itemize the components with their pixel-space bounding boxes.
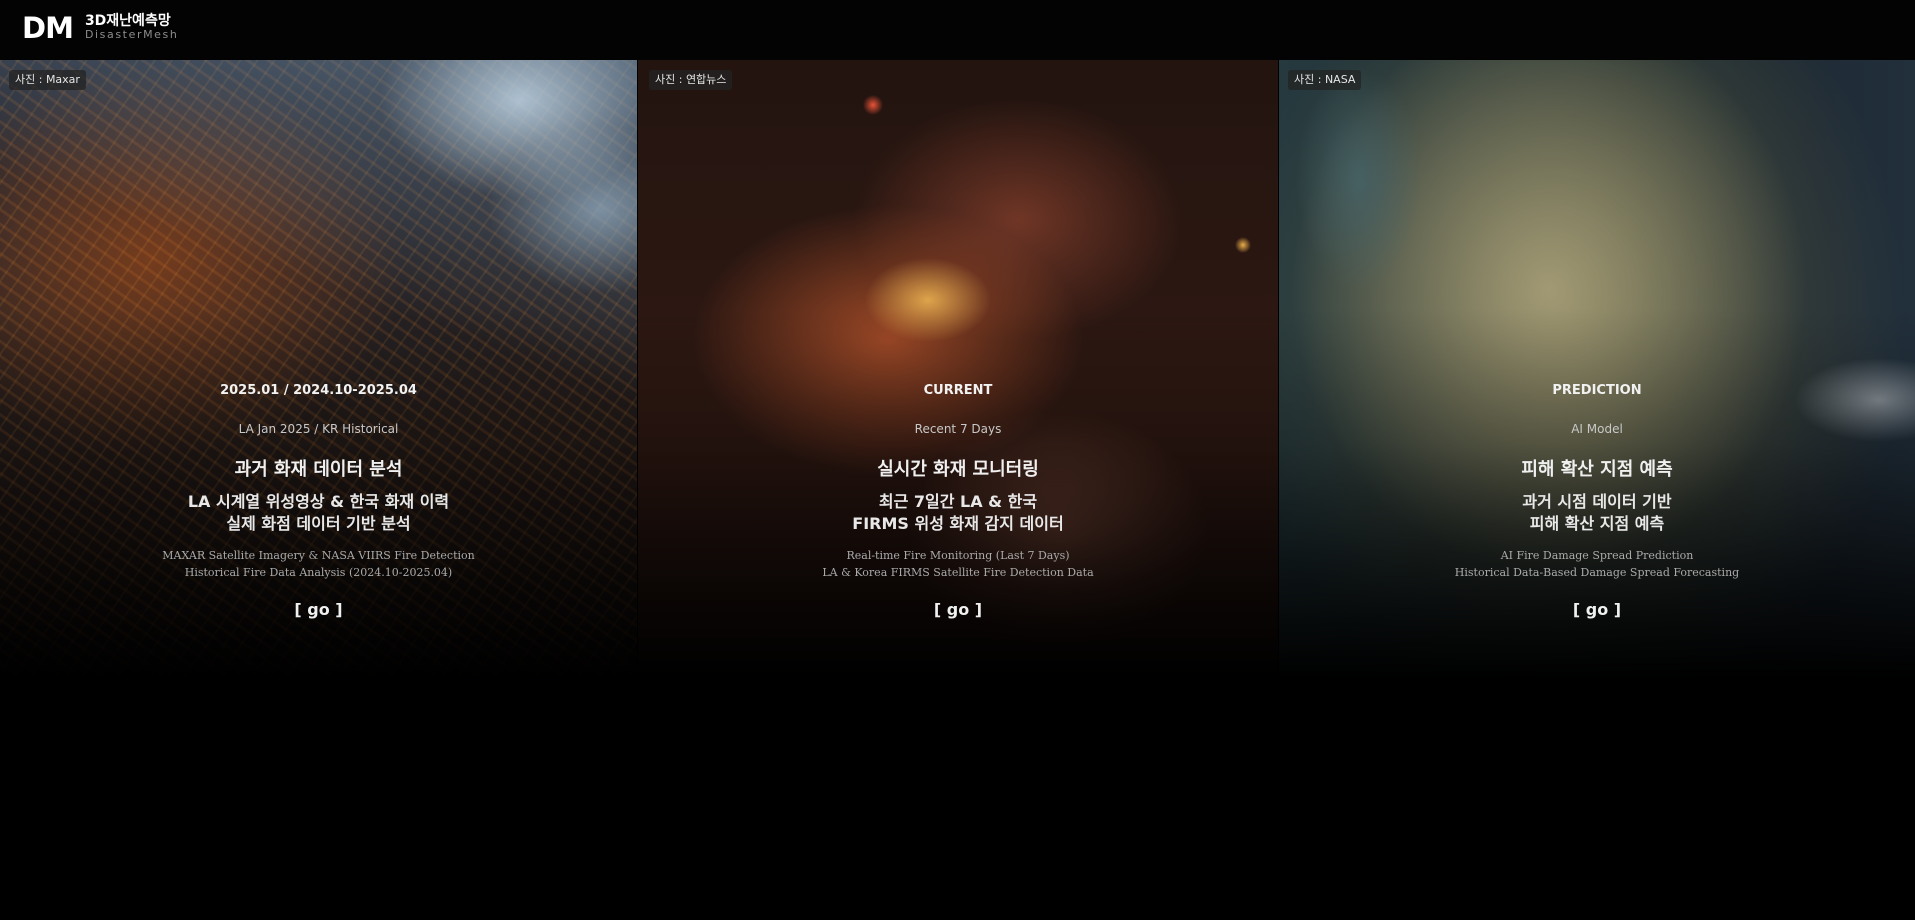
panel-english-line: Historical Data-Based Damage Spread Fore… [1454,566,1740,579]
panel-sublabel: Recent 7 Days [914,422,1002,436]
panel-description-line: 최근 7일간 LA & 한국 [878,492,1038,511]
panel-sublabel: LA Jan 2025 / KR Historical [238,422,399,436]
panel-current[interactable]: 사진 : 연합뉴스 CURRENT Recent 7 Days 실시간 화재 모… [638,60,1278,680]
panel-english-line: AI Fire Damage Spread Prediction [1500,549,1694,562]
panel-description-line: 피해 확산 지점 예측 [1529,514,1665,533]
panel-gradient-overlay [638,60,1278,680]
photo-credit: 사진 : 연합뉴스 [649,70,733,90]
panel-title: 과거 화재 데이터 분석 [234,459,403,480]
panel-description-line: 과거 시점 데이터 기반 [1522,492,1672,511]
go-button-current[interactable]: [ go ] [934,600,982,619]
panel-title: 실시간 화재 모니터링 [877,459,1039,480]
logo-text: 3D재난예측망 DisasterMesh [85,14,179,42]
panel-description-line: LA 시계열 위성영상 & 한국 화재 이력 [187,492,450,511]
panel-label: 2025.01 / 2024.10-2025.04 [220,383,417,398]
panel-gradient-overlay [0,60,637,680]
go-button-prediction[interactable]: [ go ] [1573,600,1621,619]
panel-sublabel: AI Model [1571,422,1623,436]
panel-english-line: LA & Korea FIRMS Satellite Fire Detectio… [822,566,1094,579]
photo-credit: 사진 : NASA [1288,70,1362,90]
site-title: 3D재난예측망 [84,13,171,29]
photo-credit: 사진 : Maxar [9,70,86,90]
panel-english-line: Historical Fire Data Analysis (2024.10-2… [184,566,453,579]
panel-description-line: 실제 화점 데이터 기반 분석 [226,514,411,533]
go-button-historical[interactable]: [ go ] [294,600,342,619]
panel-description-line: FIRMS 위성 화재 감지 데이터 [852,514,1064,533]
panel-gradient-overlay [1279,60,1915,680]
logo[interactable]: DM 3D재난예측망 DisasterMesh [22,13,178,43]
panel-english-line: MAXAR Satellite Imagery & NASA VIIRS Fir… [162,549,475,562]
panel-historical[interactable]: 사진 : Maxar 2025.01 / 2024.10-2025.04 LA … [0,60,637,680]
panel-label: CURRENT [923,383,993,398]
panel-title: 피해 확산 지점 예측 [1521,459,1673,480]
logo-mark: DM [22,11,74,45]
site-subtitle: DisasterMesh [84,28,179,41]
panel-label: PREDICTION [1552,383,1642,398]
top-header: DM 3D재난예측망 DisasterMesh [0,0,1915,60]
panel-prediction[interactable]: 사진 : NASA PREDICTION AI Model 피해 확산 지점 예… [1279,60,1915,680]
panel-english-line: Real-time Fire Monitoring (Last 7 Days) [846,549,1070,562]
